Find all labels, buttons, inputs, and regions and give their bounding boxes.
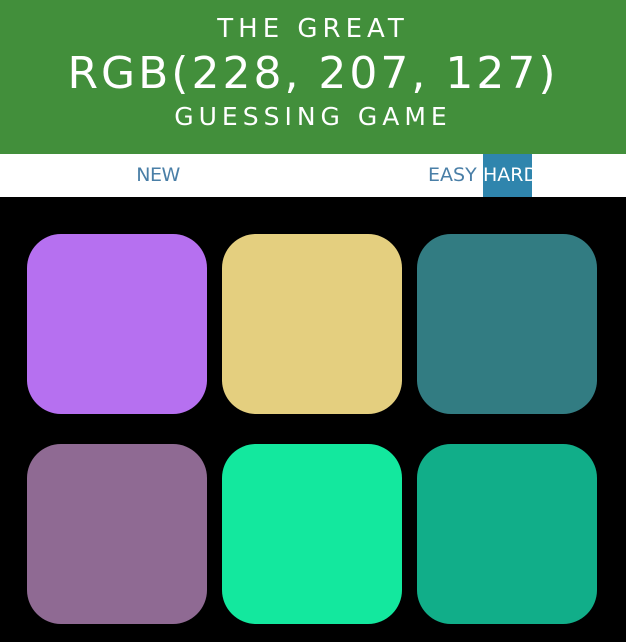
title-line-bottom: GUESSING GAME <box>174 102 452 131</box>
title-line-top: THE GREAT <box>217 14 409 44</box>
color-square[interactable] <box>27 444 207 624</box>
color-square[interactable] <box>417 444 597 624</box>
color-square[interactable] <box>222 234 402 414</box>
game-header: THE GREAT RGB(228, 207, 127) GUESSING GA… <box>0 0 626 154</box>
hard-mode-button[interactable]: HARD <box>483 154 538 197</box>
color-board <box>0 197 626 642</box>
control-stripe: NEW COLORS EASY HARD <box>0 154 626 229</box>
color-square[interactable] <box>417 234 597 414</box>
target-color-display: RGB(228, 207, 127) <box>67 48 559 99</box>
color-square[interactable] <box>222 444 402 624</box>
color-square[interactable] <box>27 234 207 414</box>
new-colors-button[interactable]: NEW COLORS <box>100 154 216 229</box>
easy-mode-button[interactable]: EASY <box>428 154 477 197</box>
